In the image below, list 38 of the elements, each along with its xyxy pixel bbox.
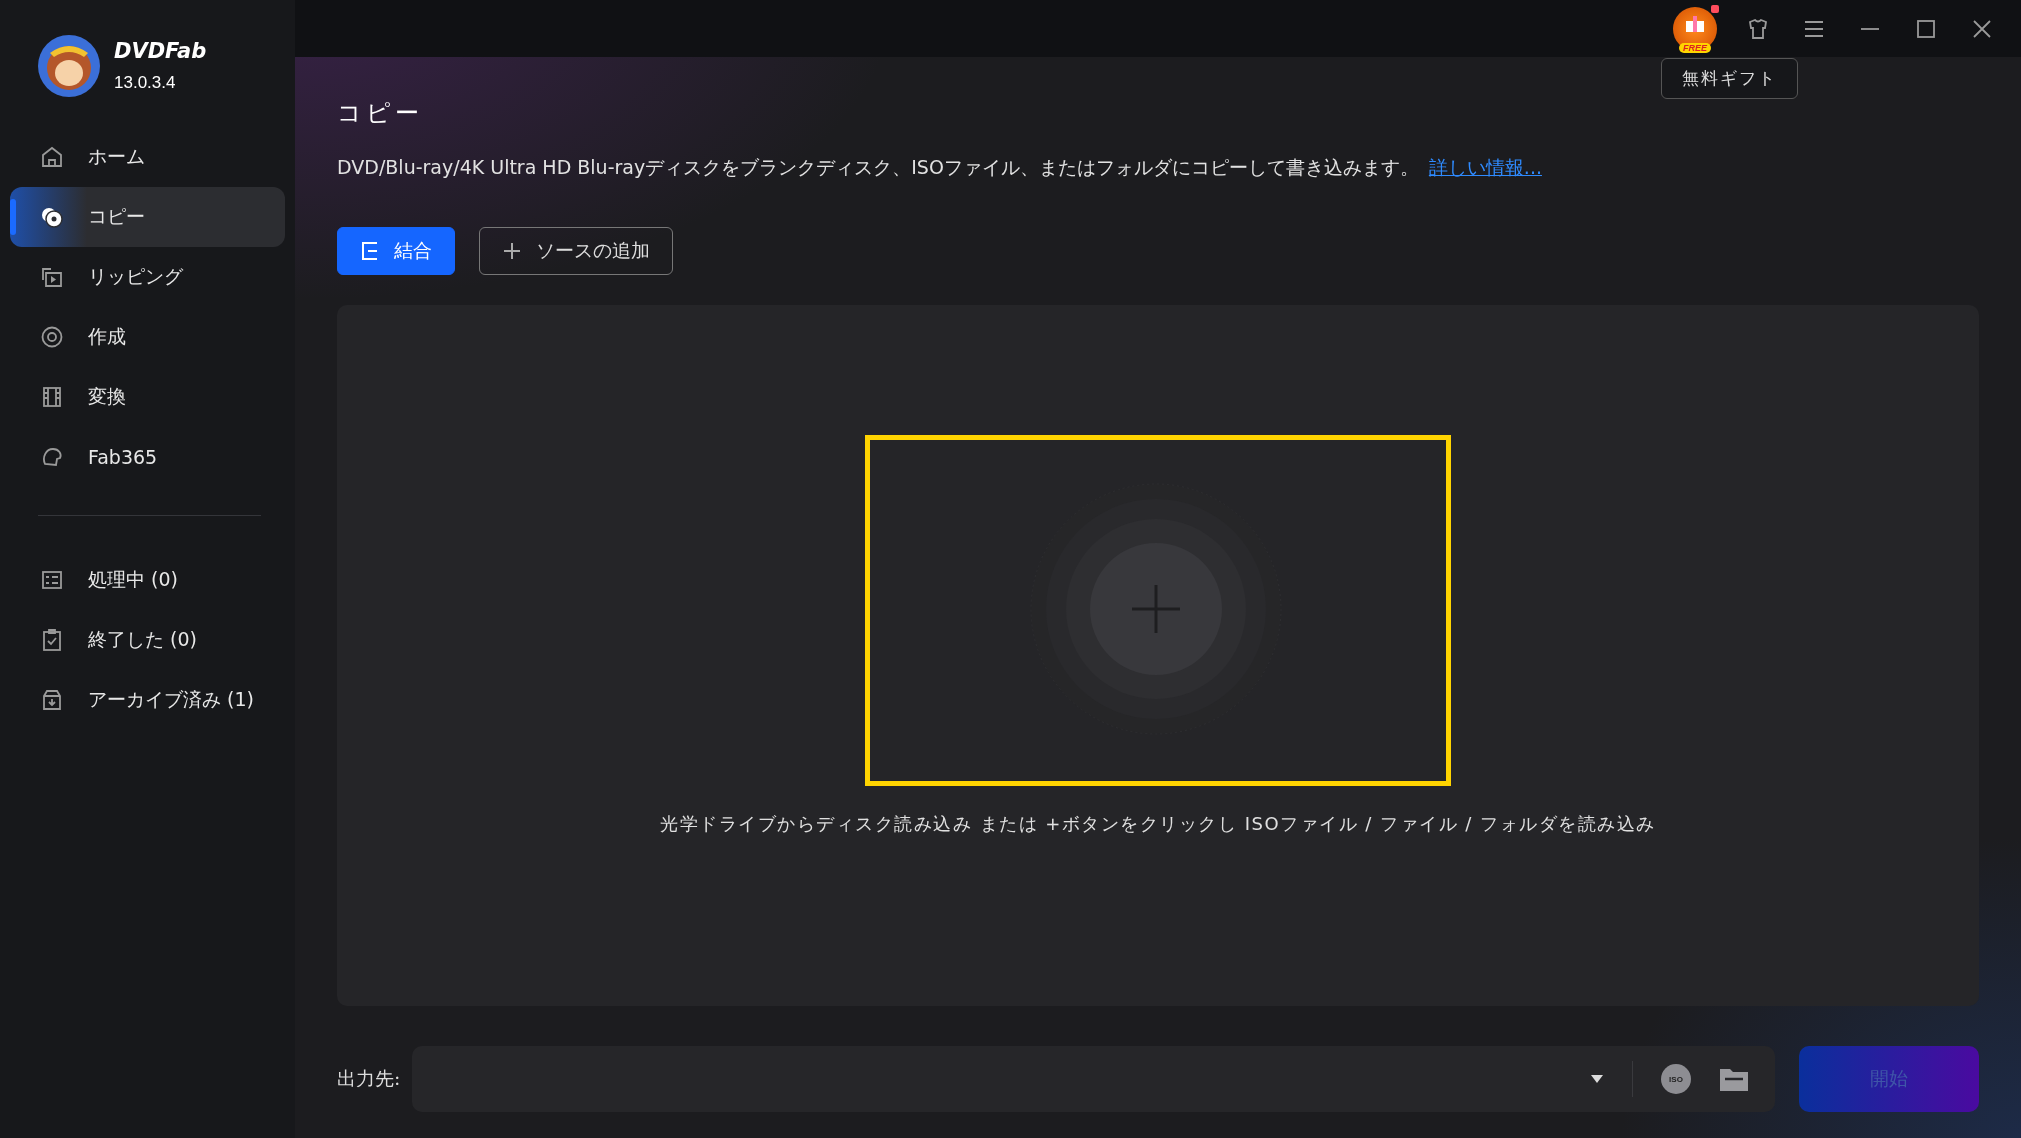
- sidebar-item[interactable]: リッピング: [10, 247, 285, 307]
- task-list-icon: [40, 568, 64, 592]
- merge-icon: [360, 241, 380, 261]
- sidebar-item[interactable]: Fab365: [10, 427, 285, 487]
- iso-button[interactable]: ISO: [1661, 1064, 1691, 1094]
- selection-indicator: [10, 199, 16, 235]
- sidebar-item[interactable]: 終了した (0): [10, 610, 285, 670]
- folder-icon[interactable]: [1719, 1066, 1749, 1092]
- sidebar-item[interactable]: 作成: [10, 307, 285, 367]
- film-icon: [40, 385, 64, 409]
- sidebar-item[interactable]: 変換: [10, 367, 285, 427]
- dropdown-caret-icon[interactable]: [1590, 1074, 1604, 1084]
- video-folder-icon: [40, 265, 64, 289]
- mascot-logo-icon: [38, 35, 100, 97]
- disc-icon: [40, 205, 64, 229]
- home-icon: [40, 145, 64, 169]
- drop-hint: 光学ドライブからディスク読み込み または +ボタンをクリックし ISOファイル / ファイル / フォルダを読み込み: [660, 812, 1656, 836]
- free-badge: FREE: [1679, 42, 1711, 53]
- more-info-link[interactable]: 詳しい情報...: [1428, 156, 1542, 178]
- sidebar-item[interactable]: コピー: [10, 187, 285, 247]
- plus-icon: [502, 241, 522, 261]
- sidebar-item[interactable]: アーカイブ済み (1): [10, 670, 285, 730]
- mascot-head-icon: [40, 445, 64, 469]
- tooltip: 無料ギフト: [1661, 58, 1798, 99]
- clipboard-check-icon: [40, 628, 64, 652]
- version-label: 13.0.3.4: [114, 73, 177, 93]
- archive-box-icon: [40, 688, 64, 712]
- add-source-button[interactable]: ソースの追加: [479, 227, 673, 275]
- disc-icon: [40, 325, 64, 349]
- sidebar-item[interactable]: ホーム: [10, 127, 285, 187]
- output-path-field[interactable]: ISO: [412, 1046, 1775, 1112]
- merge-button[interactable]: 結合: [337, 227, 455, 275]
- gift-icon: [1684, 14, 1706, 33]
- page-description: DVD/Blu-ray/4K Ultra HD Blu-rayディスクをブランクディスク、ISOファイル、またはフォルダにコピーして書き込みます。 詳しい情報...: [337, 155, 1543, 180]
- app-name: DVDFab: [114, 39, 207, 63]
- page-title: コピー: [337, 98, 424, 129]
- output-label: 出力先:: [337, 1066, 401, 1091]
- sidebar-item[interactable]: 処理中 (0): [10, 550, 285, 610]
